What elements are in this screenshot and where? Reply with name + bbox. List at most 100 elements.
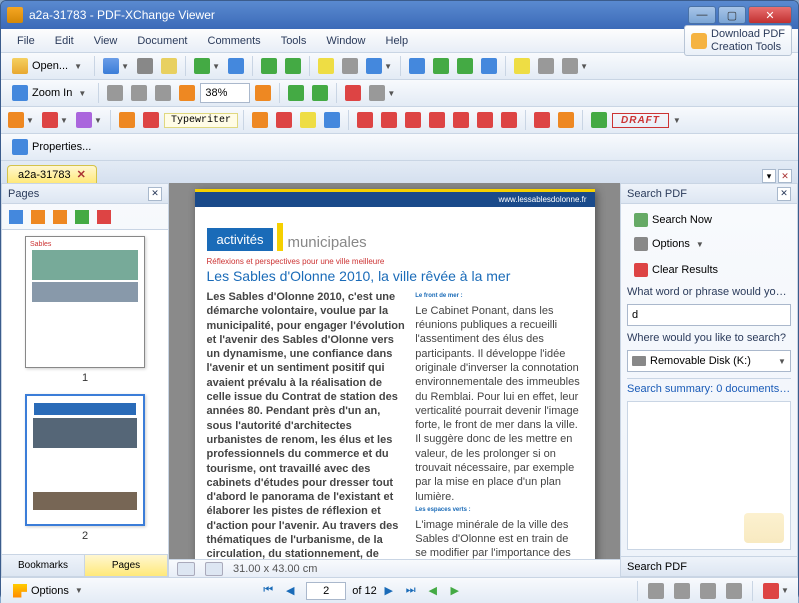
zoom-plus-button[interactable] — [252, 82, 274, 104]
prev-result[interactable] — [430, 55, 452, 77]
download-tools-button[interactable]: Download PDF Creation Tools — [684, 25, 792, 55]
hand-tool[interactable] — [315, 55, 337, 77]
scan-button[interactable]: ▼ — [191, 55, 223, 77]
tab-pages[interactable]: Pages — [85, 555, 168, 576]
search-location-select[interactable]: Removable Disk (K:) ▼ — [627, 350, 791, 372]
underline-tool[interactable] — [297, 109, 319, 131]
search-button[interactable] — [478, 55, 500, 77]
snapshot-button[interactable] — [535, 55, 557, 77]
document-scroll[interactable]: www.lessablesdolonne.fr activités munici… — [169, 183, 620, 559]
rect-tool[interactable] — [402, 109, 424, 131]
next-result[interactable] — [454, 55, 476, 77]
cloud-tool[interactable] — [498, 109, 520, 131]
status-options[interactable]: Options▼ — [7, 582, 89, 600]
typewriter-tool[interactable]: Typewriter — [164, 113, 238, 128]
eraser-tool[interactable] — [555, 109, 577, 131]
find-button[interactable] — [406, 55, 428, 77]
oval-tool[interactable] — [426, 109, 448, 131]
menu-edit[interactable]: Edit — [45, 32, 84, 50]
search-now-button[interactable]: Search Now — [627, 210, 719, 230]
search-options-button[interactable]: Options▼ — [627, 234, 711, 254]
sticky-note-tool[interactable]: ▼ — [5, 109, 37, 131]
zoom-input[interactable] — [200, 83, 250, 103]
export-button[interactable]: ▼ — [760, 580, 792, 602]
close-button[interactable]: ✕ — [748, 6, 792, 24]
arrow-tool[interactable] — [354, 109, 376, 131]
layout-single[interactable] — [645, 580, 667, 602]
polygon-tool[interactable] — [474, 109, 496, 131]
layout-continuous-facing[interactable] — [723, 580, 745, 602]
last-page-button[interactable]: ⏭ — [401, 581, 421, 601]
fit-width[interactable] — [152, 82, 174, 104]
help-button[interactable] — [342, 82, 364, 104]
menu-view[interactable]: View — [84, 32, 128, 50]
home-button[interactable]: ▼ — [366, 82, 398, 104]
next-page-button[interactable]: ▶ — [379, 581, 399, 601]
thumb-zoom-in[interactable] — [6, 207, 26, 227]
maximize-button[interactable]: ▢ — [718, 6, 746, 24]
undo-button[interactable] — [258, 55, 280, 77]
textbox-tool[interactable] — [140, 109, 162, 131]
layout-facing[interactable] — [697, 580, 719, 602]
zoom-in-button[interactable]: Zoom In▼ — [5, 82, 93, 104]
properties-button[interactable]: Properties... — [5, 136, 98, 158]
stamp-dropdown[interactable]: ▼ — [673, 116, 681, 125]
polyline-tool[interactable] — [450, 109, 472, 131]
clipboard-button[interactable] — [511, 55, 533, 77]
tab-list-button[interactable]: ▾ — [762, 169, 776, 183]
ruler-icon-2[interactable] — [205, 562, 223, 576]
email-button[interactable] — [158, 55, 180, 77]
redo-button[interactable] — [282, 55, 304, 77]
menu-window[interactable]: Window — [316, 32, 375, 50]
tool-a[interactable]: ▼ — [559, 55, 591, 77]
text-tool[interactable] — [321, 109, 343, 131]
ocr-button[interactable] — [225, 55, 247, 77]
menu-comments[interactable]: Comments — [198, 32, 271, 50]
zoom-out-button[interactable] — [176, 82, 198, 104]
rotate-ccw[interactable] — [285, 82, 307, 104]
draft-stamp[interactable]: DRAFT — [612, 113, 669, 128]
actual-size[interactable] — [104, 82, 126, 104]
rotate-cw[interactable] — [309, 82, 331, 104]
minimize-button[interactable]: — — [688, 6, 716, 24]
document-tab[interactable]: a2a-31783 ✕ — [7, 165, 97, 183]
search-footer-tab[interactable]: Search PDF — [621, 556, 797, 576]
prev-page-button[interactable]: ◀ — [280, 581, 300, 601]
tab-bookmarks[interactable]: Bookmarks — [2, 555, 85, 576]
search-close[interactable]: ✕ — [777, 187, 791, 201]
fit-page[interactable] — [128, 82, 150, 104]
prev-view-button[interactable]: ◀ — [423, 581, 443, 601]
select-tool[interactable]: ▼ — [363, 55, 395, 77]
sound-tool[interactable]: ▼ — [73, 109, 105, 131]
menu-help[interactable]: Help — [376, 32, 419, 50]
page-thumbnail-1[interactable]: Sables — [25, 236, 145, 368]
ruler-icon-1[interactable] — [177, 562, 195, 576]
snapshot-tool[interactable] — [339, 55, 361, 77]
menu-tools[interactable]: Tools — [271, 32, 317, 50]
open-button[interactable]: Open...▼ — [5, 55, 89, 77]
thumb-print[interactable] — [50, 207, 70, 227]
thumb-options[interactable] — [72, 207, 92, 227]
highlight-tool[interactable] — [249, 109, 271, 131]
clear-results-button[interactable]: Clear Results — [627, 260, 791, 280]
strikeout-tool[interactable] — [273, 109, 295, 131]
layout-continuous[interactable] — [671, 580, 693, 602]
pages-panel-close[interactable]: ✕ — [148, 187, 162, 201]
thumb-zoom-out[interactable] — [28, 207, 48, 227]
menu-file[interactable]: File — [7, 32, 45, 50]
thumb-delete[interactable] — [94, 207, 114, 227]
line-tool[interactable] — [378, 109, 400, 131]
save-button[interactable]: ▼ — [100, 55, 132, 77]
stamp-tool[interactable] — [588, 109, 610, 131]
next-view-button[interactable]: ▶ — [445, 581, 465, 601]
tab-close-icon[interactable]: ✕ — [77, 168, 86, 181]
print-button[interactable] — [134, 55, 156, 77]
first-page-button[interactable]: ⏮ — [258, 581, 278, 601]
attach-tool[interactable]: ▼ — [39, 109, 71, 131]
page-number-input[interactable] — [306, 582, 346, 600]
search-input[interactable] — [627, 304, 791, 326]
tab-close-all[interactable]: ✕ — [778, 169, 792, 183]
menu-document[interactable]: Document — [127, 32, 197, 50]
pencil-tool[interactable] — [531, 109, 553, 131]
page-thumbnail-2[interactable] — [25, 394, 145, 526]
